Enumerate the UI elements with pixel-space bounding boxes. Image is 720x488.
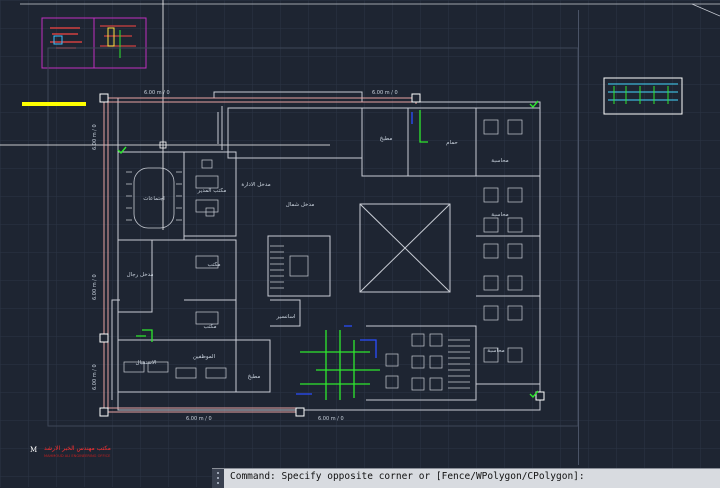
label-elevator: اسانسير — [276, 314, 296, 320]
dim-top-1: 6.00 m / 0 — [144, 90, 170, 96]
command-prompt: Command: Specify opposite corner or [Fen… — [230, 471, 585, 482]
label-manager-office: مكتب المدير — [197, 187, 227, 194]
label-main-entrance: مدخل شمال — [286, 202, 315, 208]
label-employees: الموظفين — [193, 354, 216, 360]
label-bathroom: حمام — [446, 140, 458, 146]
dim-bottom-1: 6.00 m / 0 — [186, 416, 212, 422]
label-stairs: مطبخ — [380, 136, 393, 142]
dim-left-3: 6.00 m / 0 — [92, 364, 98, 390]
label-open-area-3: محاسبة — [487, 348, 504, 354]
title-subtitle: MAHMOUD ALI ENGINEERING OFFICE — [44, 454, 111, 458]
model-space-canvas[interactable]: اجتماعات مكتب المدير مكتب مكتب مدخل رجال… — [0, 0, 720, 487]
dim-left-2: 6.00 m / 0 — [92, 274, 98, 300]
label-office-1: مكتب — [207, 261, 220, 268]
label-corridor: مدخل رجال — [127, 272, 154, 278]
title-company: مكتب مهندس الخبر الارشد — [44, 445, 111, 452]
command-line-bar[interactable]: Command: Specify opposite corner or [Fen… — [212, 468, 720, 488]
label-kitchen: مطبخ — [248, 374, 261, 380]
svg-text:M: M — [30, 446, 37, 454]
label-open-area-1: محاسبة — [491, 158, 508, 164]
label-lobby: مدخل الادارة — [241, 182, 270, 188]
label-meeting: اجتماعات — [143, 196, 165, 202]
command-line-grip-icon[interactable] — [212, 469, 224, 488]
dim-bottom-2: 6.00 m / 0 — [318, 416, 344, 422]
label-office-2: مكتب — [203, 323, 216, 330]
label-open-area-2: محاسبة — [491, 212, 508, 218]
label-reception: الاستقبال — [135, 360, 157, 366]
dim-top-2: 6.00 m / 0 — [372, 90, 398, 96]
dim-left-1: 6.00 m / 0 — [92, 124, 98, 150]
selected-polyline[interactable] — [22, 102, 86, 106]
